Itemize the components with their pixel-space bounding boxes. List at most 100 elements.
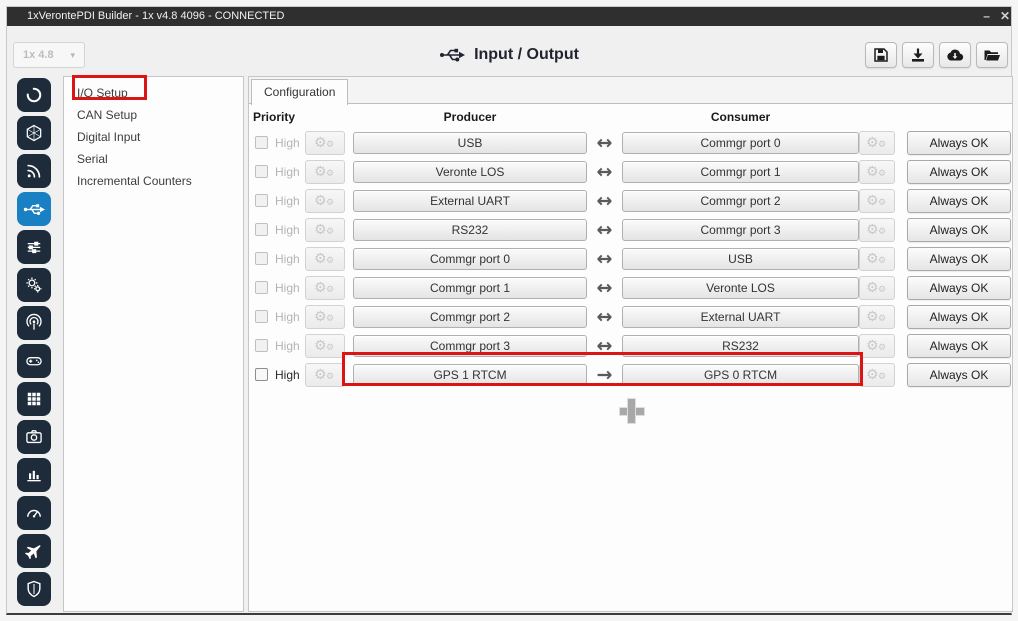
consumer-config-button[interactable]: ⚙⚙ (859, 305, 895, 329)
consumer-button[interactable]: Commgr port 0 (622, 132, 859, 154)
producer-config-button[interactable]: ⚙⚙ (305, 363, 345, 387)
consumer-config-button[interactable]: ⚙⚙ (859, 189, 895, 213)
gauge-icon[interactable] (17, 496, 51, 530)
gears-automation-icon[interactable] (17, 268, 51, 302)
tab-strip: Configuration (249, 77, 1012, 104)
consumer-config-button[interactable]: ⚙⚙ (859, 363, 895, 387)
consumer-config-button[interactable]: ⚙⚙ (859, 160, 895, 184)
consumer-button[interactable]: Veronte LOS (622, 277, 859, 299)
gear-icon: ⚙ (314, 365, 327, 385)
camera-icon[interactable] (17, 420, 51, 454)
input-output-usb-icon[interactable] (17, 192, 51, 226)
priority-high-checkbox[interactable] (255, 310, 268, 323)
matrix-grid-icon[interactable] (17, 382, 51, 416)
always-ok-button[interactable]: Always OK (907, 247, 1011, 271)
nav-item-io-setup[interactable]: I/O Setup (64, 82, 243, 104)
producer-button[interactable]: Commgr port 3 (353, 335, 587, 357)
page-title: Input / Output (474, 46, 579, 64)
gear-icon: ⚙ (878, 285, 886, 295)
cloud-download-button[interactable] (939, 42, 971, 68)
producer-button[interactable]: GPS 1 RTCM (353, 364, 587, 386)
download-button[interactable] (902, 42, 934, 68)
producer-button[interactable]: USB (353, 132, 587, 154)
producer-button[interactable]: Commgr port 2 (353, 306, 587, 328)
producer-config-button[interactable]: ⚙⚙ (305, 276, 345, 300)
priority-high-checkbox[interactable] (255, 194, 268, 207)
minimize-button[interactable]: – (983, 7, 990, 26)
gear-icon: ⚙ (326, 314, 334, 324)
veronte-ring-icon[interactable] (17, 78, 51, 112)
producer-config-button[interactable]: ⚙⚙ (305, 247, 345, 271)
gear-icon: ⚙ (314, 307, 327, 327)
open-folder-button[interactable] (976, 42, 1008, 68)
always-ok-button[interactable]: Always OK (907, 276, 1011, 300)
priority-high-label: High (271, 136, 305, 150)
close-button[interactable]: ✕ (1000, 7, 1010, 26)
gear-icon: ⚙ (314, 336, 327, 356)
producer-config-button[interactable]: ⚙⚙ (305, 334, 345, 358)
shield-icon[interactable] (17, 572, 51, 606)
producer-button[interactable]: Veronte LOS (353, 161, 587, 183)
producer-config-button[interactable]: ⚙⚙ (305, 218, 345, 242)
gear-icon: ⚙ (314, 191, 327, 211)
priority-high-checkbox[interactable] (255, 252, 268, 265)
consumer-config-button[interactable]: ⚙⚙ (859, 131, 895, 155)
tab-configuration[interactable]: Configuration (251, 79, 348, 105)
always-ok-button[interactable]: Always OK (907, 305, 1011, 329)
telemetry-signal-icon[interactable] (17, 154, 51, 188)
producer-button[interactable]: Commgr port 0 (353, 248, 587, 270)
airplane-icon[interactable] (17, 534, 51, 568)
table-row: High ⚙⚙ USB ↔ Commgr port 0 ⚙⚙ Always OK (253, 128, 1008, 157)
consumer-button[interactable]: External UART (622, 306, 859, 328)
consumer-button[interactable]: Commgr port 3 (622, 219, 859, 241)
nav-item-digital-input[interactable]: Digital Input (64, 126, 243, 148)
consumer-button[interactable]: GPS 0 RTCM (622, 364, 859, 386)
always-ok-button[interactable]: Always OK (907, 363, 1011, 387)
gear-icon: ⚙ (866, 307, 879, 327)
bar-chart-icon[interactable] (17, 458, 51, 492)
always-ok-button[interactable]: Always OK (907, 189, 1011, 213)
usb-icon (439, 47, 465, 63)
priority-high-label: High (271, 223, 305, 237)
producer-config-button[interactable]: ⚙⚙ (305, 131, 345, 155)
consumer-button[interactable]: Commgr port 1 (622, 161, 859, 183)
cloud-download-icon (946, 48, 964, 62)
priority-high-checkbox[interactable] (255, 223, 268, 236)
priority-high-checkbox[interactable] (255, 165, 268, 178)
version-dropdown[interactable]: 1x 4.8 ▾ (13, 42, 85, 68)
consumer-config-button[interactable]: ⚙⚙ (859, 218, 895, 242)
producer-button[interactable]: Commgr port 1 (353, 277, 587, 299)
consumer-button[interactable]: Commgr port 2 (622, 190, 859, 212)
producer-config-button[interactable]: ⚙⚙ (305, 305, 345, 329)
platform-hexagon-icon[interactable] (17, 116, 51, 150)
priority-high-checkbox[interactable] (255, 339, 268, 352)
priority-high-checkbox[interactable] (255, 281, 268, 294)
producer-config-button[interactable]: ⚙⚙ (305, 189, 345, 213)
link-arrow-icon: ↔ (587, 277, 622, 299)
always-ok-button[interactable]: Always OK (907, 160, 1011, 184)
beacon-antenna-icon[interactable] (17, 306, 51, 340)
consumer-config-button[interactable]: ⚙⚙ (859, 247, 895, 271)
consumer-config-button[interactable]: ⚙⚙ (859, 276, 895, 300)
nav-item-can-setup[interactable]: CAN Setup (64, 104, 243, 126)
producer-config-button[interactable]: ⚙⚙ (305, 160, 345, 184)
producer-button[interactable]: RS232 (353, 219, 587, 241)
consumer-config-button[interactable]: ⚙⚙ (859, 334, 895, 358)
sliders-icon[interactable] (17, 230, 51, 264)
nav-item-incremental-counters[interactable]: Incremental Counters (64, 170, 243, 192)
consumer-button[interactable]: RS232 (622, 335, 859, 357)
add-route-button[interactable] (619, 398, 643, 422)
save-button[interactable] (865, 42, 897, 68)
always-ok-button[interactable]: Always OK (907, 218, 1011, 242)
always-ok-button[interactable]: Always OK (907, 334, 1011, 358)
priority-high-checkbox[interactable] (255, 368, 268, 381)
table-row: High ⚙⚙ GPS 1 RTCM → GPS 0 RTCM ⚙⚙ Alway… (253, 360, 1008, 389)
gear-icon: ⚙ (326, 198, 334, 208)
consumer-button[interactable]: USB (622, 248, 859, 270)
always-ok-button[interactable]: Always OK (907, 131, 1011, 155)
priority-high-checkbox[interactable] (255, 136, 268, 149)
priority-high-label: High (271, 194, 305, 208)
gamepad-stick-icon[interactable] (17, 344, 51, 378)
producer-button[interactable]: External UART (353, 190, 587, 212)
nav-item-serial[interactable]: Serial (64, 148, 243, 170)
